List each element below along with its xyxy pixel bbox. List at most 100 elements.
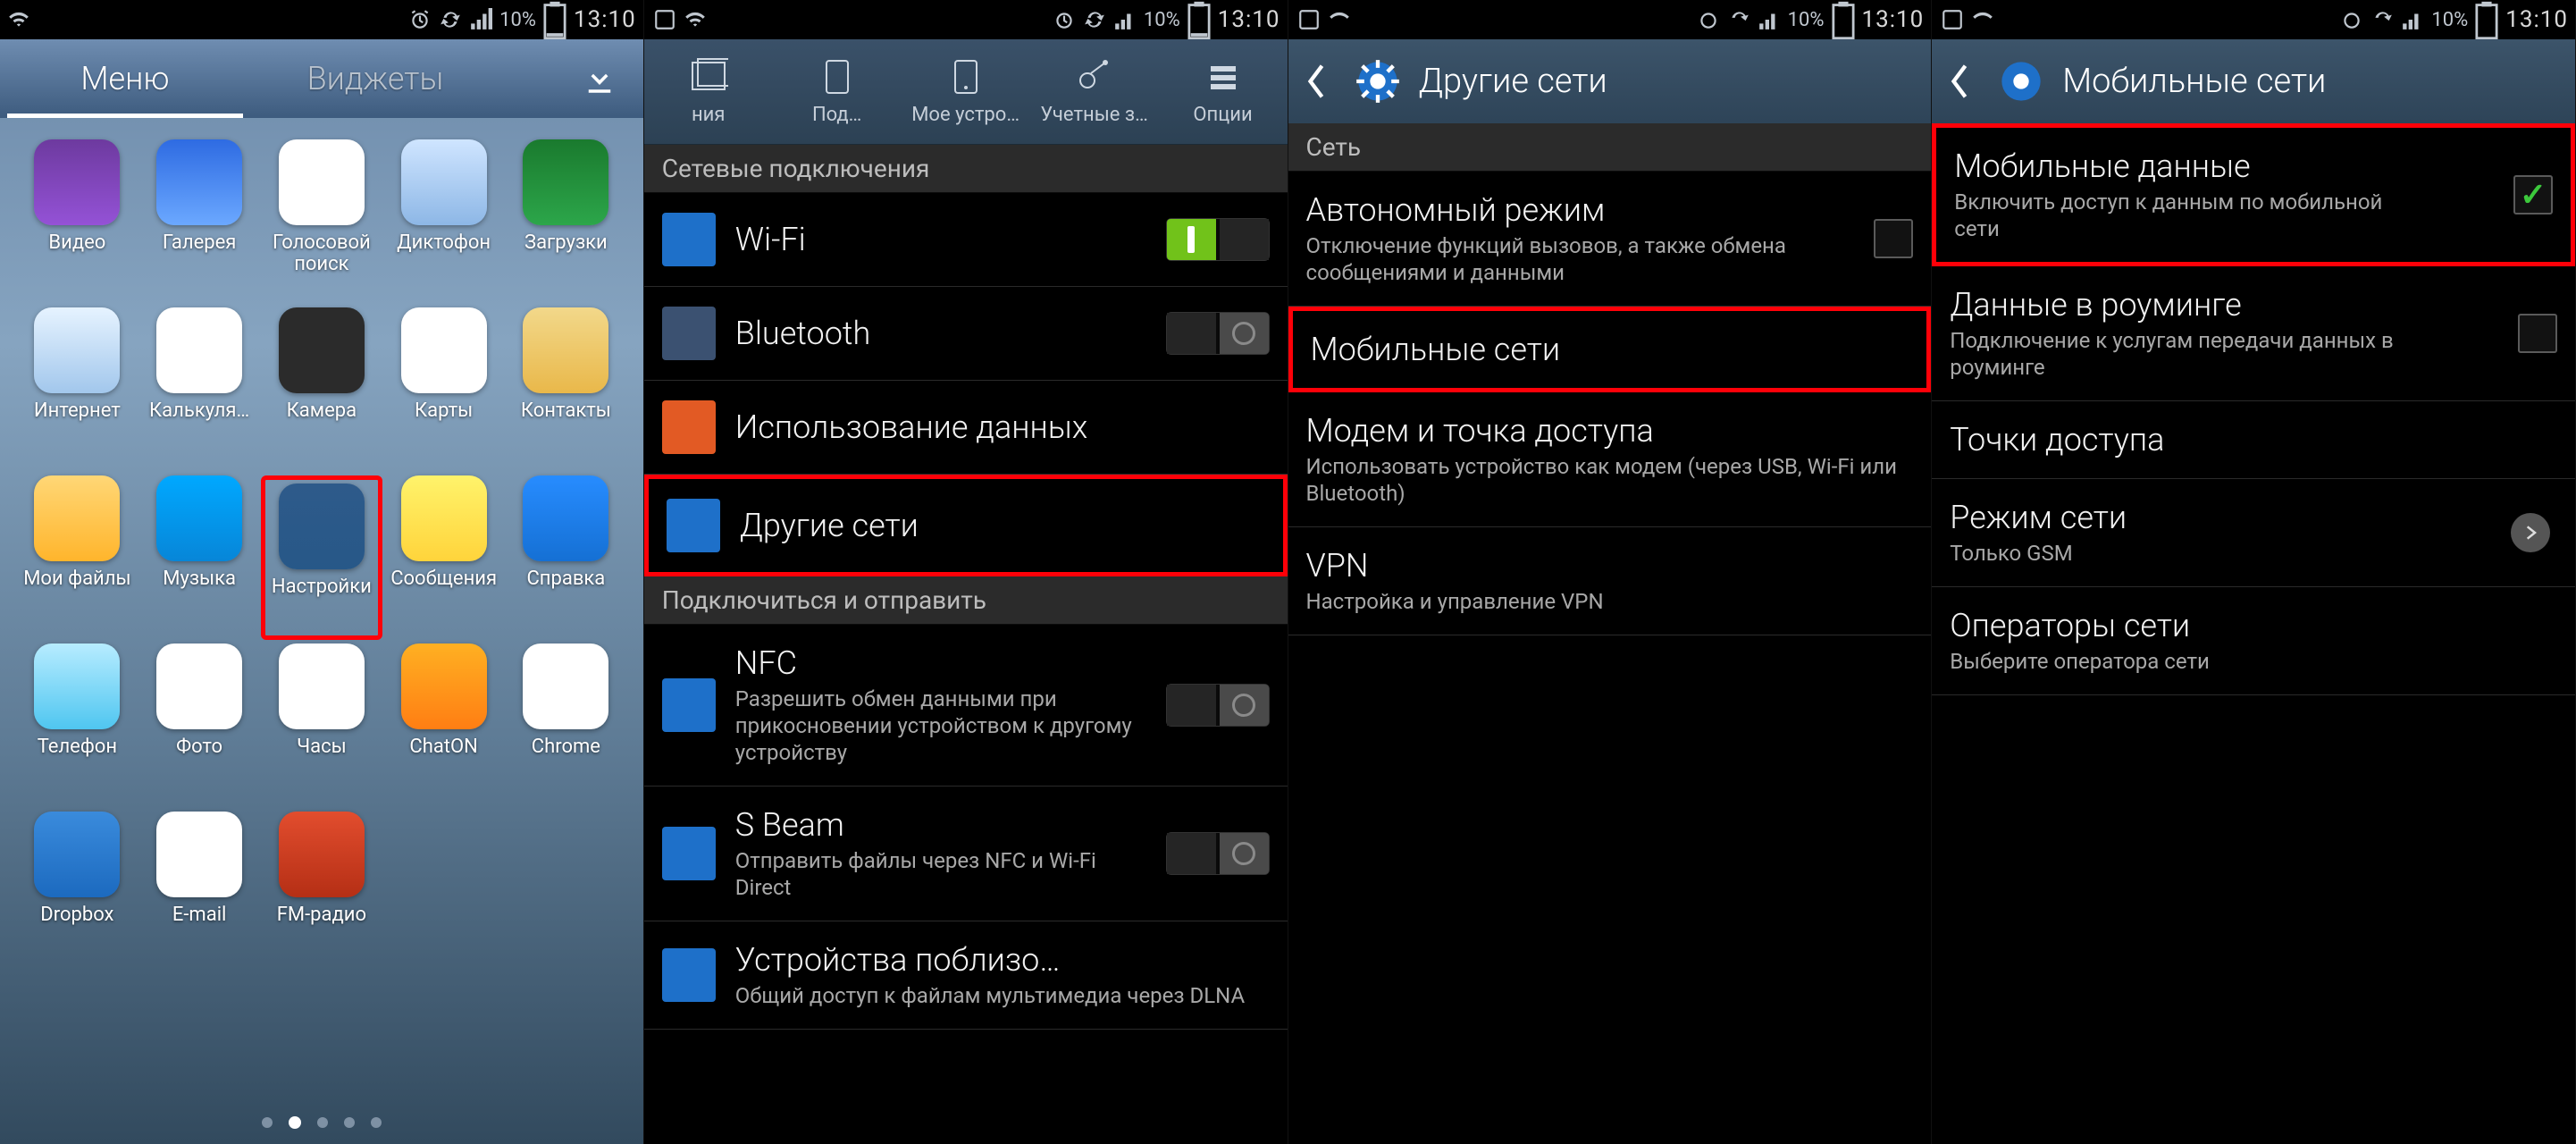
battery-percent: 10% — [1144, 9, 1180, 31]
row-данные-в-роуминге[interactable]: Данные в роумингеПодключение к услугам п… — [1932, 266, 2575, 401]
settings-tab-2[interactable]: Мое устро… — [902, 39, 1030, 144]
checkbox[interactable] — [2513, 175, 2553, 214]
app-icon — [401, 644, 487, 729]
settings-tab-4[interactable]: Опции — [1159, 39, 1288, 144]
toggle[interactable] — [1166, 832, 1270, 875]
app-загрузки[interactable]: Загрузки — [505, 139, 627, 304]
app-фото[interactable]: Фото — [138, 644, 261, 808]
app-label: Диктофон — [397, 232, 491, 254]
row-wi-fi[interactable]: Wi-Fi — [644, 193, 1288, 287]
app-справка[interactable]: Справка — [505, 475, 627, 640]
app-label: Chrome — [532, 736, 600, 758]
app-контакты[interactable]: Контакты — [505, 307, 627, 472]
back-button[interactable] — [1948, 55, 1980, 108]
tab-label: ния — [692, 104, 725, 126]
tab-menu[interactable]: Меню — [0, 39, 250, 118]
settings-tab-3[interactable]: Учетные з… — [1030, 39, 1159, 144]
home-screen: 10% 13:10 Меню Виджеты ВидеоГалереяГолос… — [0, 0, 644, 1144]
row-title: Модем и точка доступа — [1306, 412, 1914, 450]
row-title: Использование данных — [735, 408, 1270, 446]
row-устройства-поблизо-[interactable]: Устройства поблизо…Общий доступ к файлам… — [644, 921, 1288, 1030]
app-телефон[interactable]: Телефон — [16, 644, 138, 808]
tab-label: Опции — [1193, 104, 1252, 126]
settings-tab-0[interactable]: ния — [644, 39, 773, 144]
row-nfc[interactable]: NFCРазрешить обмен данными при прикоснов… — [644, 625, 1288, 786]
row-другие-сети[interactable]: Другие сети — [644, 475, 1288, 576]
app-chaton[interactable]: ChatON — [382, 644, 505, 808]
app-голосовой-поиск[interactable]: Голосовой поиск — [261, 139, 383, 304]
app-dropbox[interactable]: Dropbox — [16, 812, 138, 976]
checkbox[interactable] — [2518, 314, 2557, 353]
row-title: Другие сети — [740, 507, 1265, 544]
signal-icon — [1758, 8, 1781, 31]
row-модем-и-точка-доступа[interactable]: Модем и точка доступаИспользовать устрой… — [1288, 392, 1932, 527]
tab-label: Мое устро… — [911, 104, 1019, 126]
app-icon — [156, 644, 242, 729]
app-fm-радио[interactable]: FM-радио — [261, 812, 383, 976]
tab-download[interactable] — [500, 39, 643, 118]
toggle[interactable] — [1166, 218, 1270, 261]
app-калькуля-[interactable]: Калькуля… — [138, 307, 261, 472]
row-операторы-сети[interactable]: Операторы сетиВыберите оператора сети — [1932, 587, 2575, 695]
row-мобильные-данные[interactable]: Мобильные данныеВключить доступ к данным… — [1932, 123, 2575, 266]
app-карты[interactable]: Карты — [382, 307, 505, 472]
settings-tabbar: ния Под… Мое устро… Учетные з… Опции — [644, 39, 1288, 145]
row-s-beam[interactable]: S BeamОтправить файлы через NFC и Wi-Fi … — [644, 786, 1288, 921]
app-label: Настройки — [272, 576, 372, 598]
row-мобильные-сети[interactable]: Мобильные сети — [1288, 307, 1932, 392]
sync-icon — [1083, 8, 1106, 31]
app-icon — [34, 475, 120, 561]
status-bar: 10% 13:10 — [644, 0, 1288, 39]
app-chrome[interactable]: Chrome — [505, 644, 627, 808]
app-мои-файлы[interactable]: Мои файлы — [16, 475, 138, 640]
battery-icon — [1832, 8, 1855, 31]
row-icon — [662, 678, 716, 732]
row-icon — [667, 499, 720, 552]
battery-percent: 10% — [499, 9, 536, 31]
app-label: Справка — [526, 568, 605, 590]
app-icon — [156, 307, 242, 393]
checkbox[interactable] — [1874, 219, 1913, 258]
alarm-icon — [2340, 8, 2363, 31]
row-subtitle: Настройка и управление VPN — [1306, 588, 1914, 615]
toggle[interactable] — [1166, 312, 1270, 355]
row-title: Wi-Fi — [735, 221, 1143, 258]
app-icon — [523, 475, 608, 561]
app-icon — [34, 812, 120, 897]
app-icon — [401, 307, 487, 393]
toggle[interactable] — [1166, 684, 1270, 727]
app-label: Dropbox — [40, 904, 113, 926]
app-настройки[interactable]: Настройки — [261, 475, 383, 640]
app-диктофон[interactable]: Диктофон — [382, 139, 505, 304]
clock: 13:10 — [1862, 6, 1925, 33]
app-интернет[interactable]: Интернет — [16, 307, 138, 472]
app-icon — [279, 307, 365, 393]
row-bluetooth[interactable]: Bluetooth — [644, 287, 1288, 381]
row-режим-сети[interactable]: Режим сетиТолько GSM — [1932, 479, 2575, 587]
app-камера[interactable]: Камера — [261, 307, 383, 472]
app-видео[interactable]: Видео — [16, 139, 138, 304]
wifi-icon — [7, 8, 30, 31]
row-subtitle: Подключение к услугам передачи данных в … — [1950, 327, 2430, 381]
app-icon — [401, 139, 487, 225]
row-title: Режим сети — [1950, 499, 2491, 536]
clock: 13:10 — [1218, 6, 1280, 33]
page-dots — [0, 1101, 643, 1144]
app-музыка[interactable]: Музыка — [138, 475, 261, 640]
section-header: Сеть — [1288, 123, 1932, 172]
row-использование-данных[interactable]: Использование данных — [644, 381, 1288, 475]
settings-tab-1[interactable]: Под… — [773, 39, 902, 144]
sync-icon — [439, 8, 462, 31]
back-button[interactable] — [1305, 55, 1337, 108]
app-label: Карты — [415, 400, 473, 422]
app-сообщения[interactable]: Сообщения — [382, 475, 505, 640]
row-icon — [662, 213, 716, 266]
app-галерея[interactable]: Галерея — [138, 139, 261, 304]
app-часы[interactable]: Часы — [261, 644, 383, 808]
row-точки-доступа[interactable]: Точки доступа — [1932, 401, 2575, 479]
tab-widgets[interactable]: Виджеты — [250, 39, 500, 118]
row-автономный-режим[interactable]: Автономный режимОтключение функций вызов… — [1288, 172, 1932, 307]
row-vpn[interactable]: VPNНастройка и управление VPN — [1288, 527, 1932, 635]
app-icon — [156, 475, 242, 561]
app-e-mail[interactable]: E-mail — [138, 812, 261, 976]
